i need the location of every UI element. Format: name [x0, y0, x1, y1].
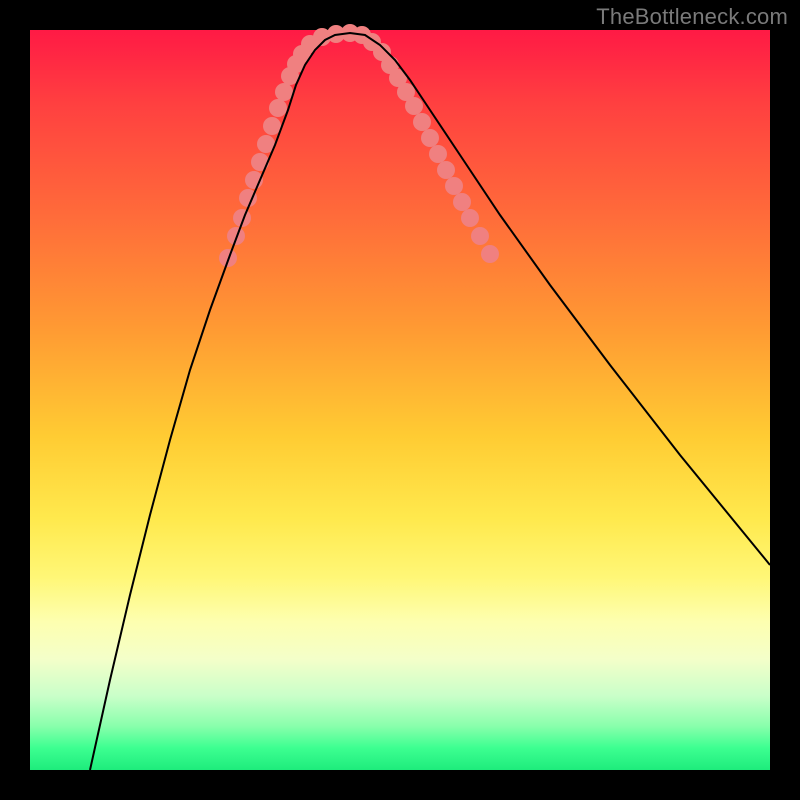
bead	[269, 99, 287, 117]
plot-area	[30, 30, 770, 770]
bead	[481, 245, 499, 263]
bead	[429, 145, 447, 163]
bead	[413, 113, 431, 131]
bead	[227, 227, 245, 245]
watermark-text: TheBottleneck.com	[596, 4, 788, 30]
bead	[405, 97, 423, 115]
bead	[461, 209, 479, 227]
bead	[263, 117, 281, 135]
bead	[275, 83, 293, 101]
chart-svg	[30, 30, 770, 770]
bead	[251, 153, 269, 171]
outer-frame: TheBottleneck.com	[0, 0, 800, 800]
bead	[453, 193, 471, 211]
bead	[421, 129, 439, 147]
bead	[471, 227, 489, 245]
highlight-beads	[219, 24, 499, 267]
bead	[437, 161, 455, 179]
bead	[445, 177, 463, 195]
